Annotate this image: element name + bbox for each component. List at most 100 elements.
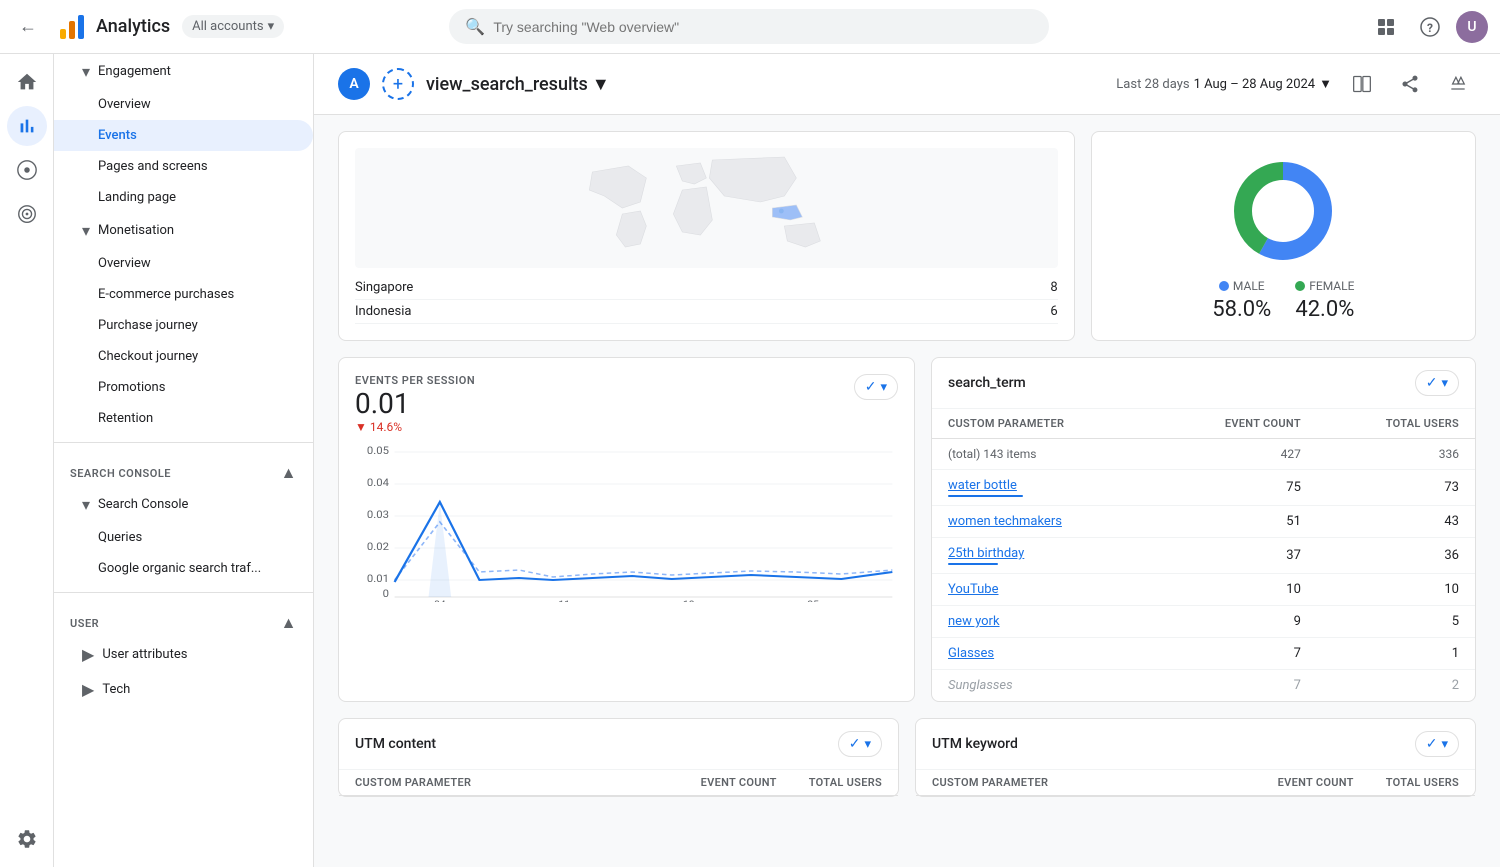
female-value: 42.0% (1295, 297, 1354, 322)
share-button[interactable] (1392, 66, 1428, 102)
indonesia-count: 6 (1050, 304, 1057, 319)
female-label: FEMALE (1309, 279, 1354, 293)
term-cell: Sunglasses (932, 670, 1155, 702)
bar-chart-icon (16, 115, 38, 137)
checkout-journey-label: Checkout journey (98, 349, 198, 364)
sidebar-item-pages-screens[interactable]: Pages and screens (54, 151, 313, 182)
explore-icon (16, 159, 38, 181)
sidebar-item-checkout-journey[interactable]: Checkout journey (54, 341, 313, 372)
settings-icon (16, 828, 38, 850)
svg-text:11: 11 (559, 600, 570, 602)
sidebar: ▾ Engagement Overview Events Pages and s… (54, 54, 314, 867)
search-console-section-text: Search Console (70, 467, 171, 480)
search-term-card: search_term ✓ ▾ CUSTOM PARAMETER (931, 357, 1476, 702)
nav-target[interactable] (7, 194, 47, 234)
table-row: Glasses 7 1 (932, 638, 1475, 670)
compare-button[interactable] (1440, 66, 1476, 102)
utm-keyword-filter-button[interactable]: ✓ ▾ (1415, 731, 1459, 757)
user-expand-icon[interactable]: ▲ (281, 613, 297, 633)
sidebar-item-retention[interactable]: Retention (54, 403, 313, 434)
utm-content-header: UTM content ✓ ▾ (339, 719, 898, 769)
line-chart-svg: 0.05 0.04 0.03 0.02 0.01 0 (355, 442, 898, 602)
chart-filter-button[interactable]: ✓ ▾ (854, 374, 898, 400)
collapse-icon: ▾ (82, 62, 90, 81)
sidebar-item-tech[interactable]: ▶ Tech (54, 672, 313, 707)
sidebar-item-purchase-journey[interactable]: Purchase journey (54, 310, 313, 341)
help-icon-button[interactable]: ? (1412, 9, 1448, 45)
app-title: Analytics (96, 16, 170, 37)
search-input[interactable] (493, 19, 1033, 35)
svg-text:0.02: 0.02 (367, 541, 389, 553)
view-name[interactable]: view_search_results ▼ (426, 74, 610, 95)
term-cell: women techmakers (932, 506, 1155, 538)
utm-content-filter-button[interactable]: ✓ ▾ (838, 731, 882, 757)
svg-text:0.03: 0.03 (367, 509, 389, 521)
events-label: Events (98, 128, 137, 143)
sidebar-item-overview[interactable]: Overview (54, 89, 313, 120)
monetisation-label: Monetisation (98, 223, 174, 238)
help-icon: ? (1420, 17, 1440, 37)
grid-icon-button[interactable] (1368, 9, 1404, 45)
donut-area (1223, 151, 1343, 271)
table-row: water bottle 75 73 (932, 470, 1475, 506)
sidebar-item-google-organic[interactable]: Google organic search traf... (54, 553, 313, 584)
nav-settings[interactable] (7, 819, 47, 859)
country-row-indonesia: Indonesia 6 (355, 300, 1058, 324)
gender-card: MALE 58.0% FEMALE 42.0% (1091, 131, 1476, 341)
topbar-right: ? U (1368, 9, 1488, 45)
country-table: Singapore 8 Indonesia 6 (355, 276, 1058, 324)
nav-home[interactable] (7, 62, 47, 102)
svg-text:?: ? (1427, 21, 1433, 35)
user-section-text: User (70, 617, 99, 630)
retention-label: Retention (98, 411, 153, 426)
back-button[interactable]: ← (12, 11, 44, 43)
account-selector[interactable]: All accounts ▾ (182, 15, 284, 38)
nav-reports[interactable] (7, 106, 47, 146)
term-link[interactable]: 25th birthday (948, 546, 1024, 561)
term-link[interactable]: water bottle (948, 478, 1017, 493)
column-toggle-button[interactable] (1344, 66, 1380, 102)
utm-content-check-icon: ✓ (849, 736, 861, 752)
singapore-label: Singapore (355, 280, 413, 295)
svg-text:0.01: 0.01 (367, 573, 389, 585)
gender-male-item: MALE 58.0% (1212, 279, 1271, 322)
male-value: 58.0% (1212, 297, 1271, 322)
event-count-cell: 75 (1155, 470, 1317, 506)
purchase-journey-label: Purchase journey (98, 318, 198, 333)
view-add-button[interactable]: + (382, 68, 414, 100)
queries-label: Queries (98, 530, 142, 545)
svg-text:0.04: 0.04 (367, 477, 389, 489)
indonesia-label: Indonesia (355, 304, 411, 319)
chart-dropdown-icon: ▾ (880, 380, 887, 395)
nav-explore[interactable] (7, 150, 47, 190)
sidebar-item-promotions[interactable]: Promotions (54, 372, 313, 403)
sidebar-item-events[interactable]: Events (54, 120, 313, 151)
sidebar-item-queries[interactable]: Queries (54, 522, 313, 553)
term-link[interactable]: YouTube (948, 582, 999, 597)
sidebar-item-user-attributes[interactable]: ▶ User attributes (54, 637, 313, 672)
avatar[interactable]: U (1456, 11, 1488, 43)
utm-keyword-header: UTM keyword ✓ ▾ (916, 719, 1475, 769)
search-console-expand-icon[interactable]: ▲ (281, 463, 297, 483)
main-content: A + view_search_results ▼ Last 28 days 1… (314, 54, 1500, 867)
term-link[interactable]: new york (948, 614, 1000, 629)
search-term-card-header: search_term ✓ ▾ (932, 358, 1475, 409)
gender-male-label-row: MALE (1219, 279, 1265, 293)
sidebar-item-ecommerce[interactable]: E-commerce purchases (54, 279, 313, 310)
sidebar-monetisation-header[interactable]: ▾ Monetisation (54, 213, 313, 248)
chart-header: EVENTS PER SESSION 0.01 ▼ 14.6% ✓ ▾ (355, 374, 898, 434)
term-link[interactable]: Glasses (948, 646, 994, 661)
search-term-filter-button[interactable]: ✓ ▾ (1415, 370, 1459, 396)
date-range-selector[interactable]: Last 28 days 1 Aug – 28 Aug 2024 ▼ (1116, 76, 1332, 92)
sidebar-item-monetisation-overview[interactable]: Overview (54, 248, 313, 279)
utm-content-title: UTM content (355, 736, 436, 752)
sidebar-engagement-header[interactable]: ▾ Engagement (54, 54, 313, 89)
sidebar-item-landing-page[interactable]: Landing page (54, 182, 313, 213)
term-link[interactable]: women techmakers (948, 514, 1062, 529)
map-area (355, 148, 1058, 268)
gender-labels: MALE 58.0% FEMALE 42.0% (1212, 279, 1354, 322)
view-header-right: Last 28 days 1 Aug – 28 Aug 2024 ▼ (1116, 66, 1476, 102)
search-icon: 🔍 (465, 17, 485, 36)
sidebar-item-search-console[interactable]: ▾ Search Console (54, 487, 313, 522)
tech-label: Tech (102, 682, 130, 697)
